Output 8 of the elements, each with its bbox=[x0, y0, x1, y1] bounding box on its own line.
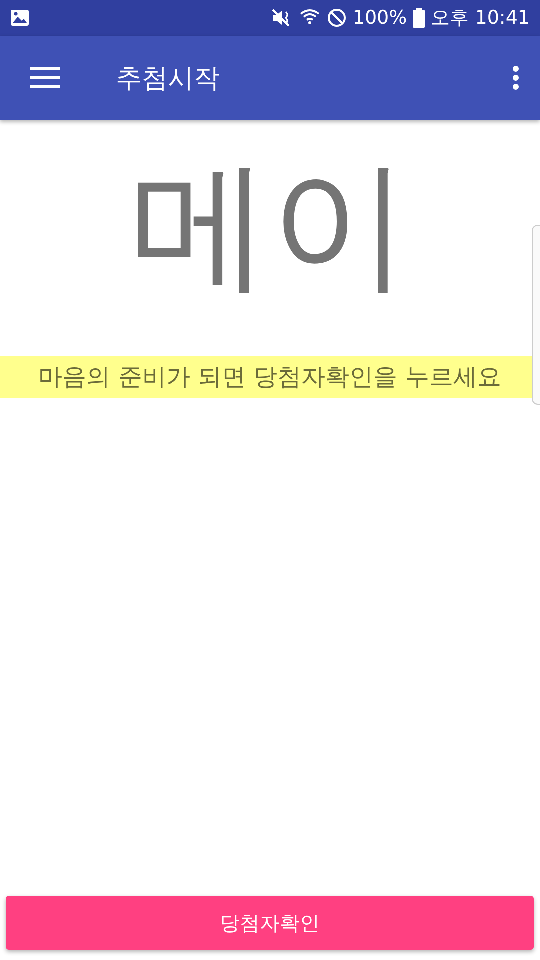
block-icon bbox=[326, 8, 347, 28]
battery-icon bbox=[413, 8, 426, 28]
battery-percent: 100% bbox=[352, 7, 408, 29]
clock: 오후 10:41 bbox=[431, 6, 530, 31]
image-icon bbox=[10, 9, 30, 27]
toolbar-title: 추첨시작 bbox=[116, 62, 220, 96]
winner-name: 메이 bbox=[130, 146, 410, 306]
check-winner-button[interactable]: 당첨자확인 bbox=[6, 896, 534, 950]
